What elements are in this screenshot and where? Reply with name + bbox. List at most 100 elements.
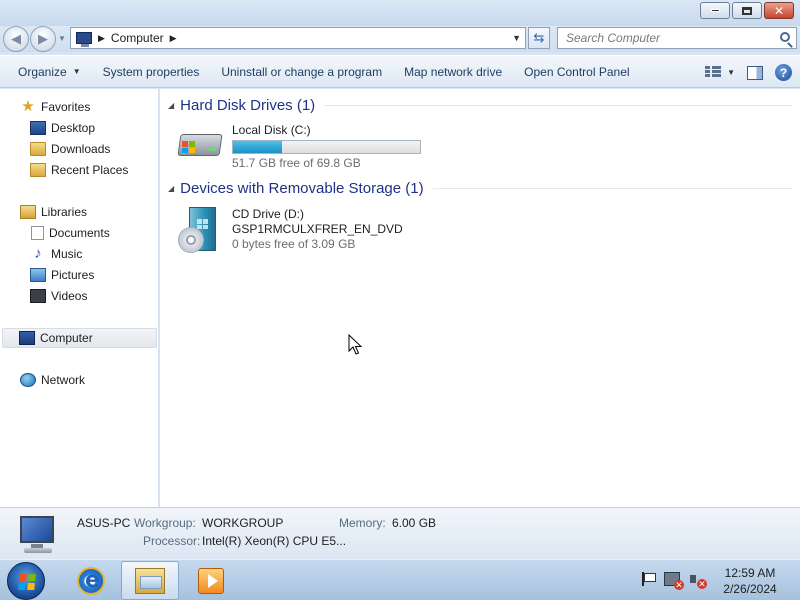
computer-icon xyxy=(76,32,92,47)
drive-info: Local Disk (C:) 51.7 GB free of 69.8 GB xyxy=(232,123,421,173)
title-bar: ✕ xyxy=(0,0,800,26)
search-icon[interactable] xyxy=(780,32,790,42)
command-bar-right: ▼ ? xyxy=(705,56,792,89)
sidebar-item-music[interactable]: ♪ Music xyxy=(30,244,82,264)
sidebar-item-computer[interactable]: Computer xyxy=(2,328,157,348)
refresh-icon: ⇆ xyxy=(533,30,545,45)
disk-usage-fill xyxy=(233,141,282,153)
group-title: Hard Disk Drives (1) xyxy=(180,97,316,114)
sidebar-item-label: Music xyxy=(51,247,83,261)
control-panel-label: Open Control Panel xyxy=(524,64,630,79)
view-options-chevron-icon[interactable]: ▼ xyxy=(727,68,735,77)
group-title: Devices with Removable Storage (1) xyxy=(180,180,424,197)
preview-pane-icon[interactable] xyxy=(747,65,763,80)
cd-drive-icon xyxy=(176,207,226,257)
collapse-triangle-icon[interactable]: ◢ xyxy=(168,101,174,110)
sidebar-item-label: Documents xyxy=(49,226,110,240)
memory-label: Memory: xyxy=(339,516,386,530)
recent-pages-dropdown[interactable]: ▼ xyxy=(58,34,66,43)
organize-label: Organize xyxy=(18,64,67,79)
command-bar: Organize ▼ System properties Uninstall or… xyxy=(0,55,800,88)
drive-cd-d[interactable]: CD Drive (D:) GSP1RMCULXFRER_EN_DVD 0 by… xyxy=(176,207,403,257)
sidebar-item-network[interactable]: Network xyxy=(20,370,85,390)
help-icon[interactable]: ? xyxy=(775,64,792,81)
window-controls: ✕ xyxy=(700,2,794,19)
organize-menu[interactable]: Organize ▼ xyxy=(0,55,92,88)
sidebar-item-label: Favorites xyxy=(41,100,91,114)
collapse-triangle-icon[interactable]: ◢ xyxy=(168,184,174,193)
music-note-icon: ♪ xyxy=(34,245,42,262)
group-header-hard-disk-drives[interactable]: ◢ Hard Disk Drives (1) xyxy=(168,97,792,114)
computer-name: ASUS-PC xyxy=(77,516,131,530)
minimize-button[interactable] xyxy=(700,2,730,19)
group-divider xyxy=(432,188,792,189)
taskbar-internet-explorer[interactable] xyxy=(62,561,120,600)
downloads-folder-icon xyxy=(30,142,46,156)
sidebar-item-recent-places[interactable]: Recent Places xyxy=(30,160,128,180)
sidebar-item-desktop[interactable]: Desktop xyxy=(30,118,95,138)
sidebar-item-label: Downloads xyxy=(51,142,111,156)
uninstall-label: Uninstall or change a program xyxy=(221,64,383,79)
breadcrumb-separator-icon[interactable]: ▶ xyxy=(170,33,177,44)
disk-usage-bar xyxy=(232,140,421,154)
system-properties-button[interactable]: System properties xyxy=(92,55,211,88)
notification-area xyxy=(641,572,707,590)
close-button[interactable]: ✕ xyxy=(764,2,794,19)
drive-local-disk-c[interactable]: Local Disk (C:) 51.7 GB free of 69.8 GB xyxy=(176,123,421,173)
volume-muted-icon[interactable] xyxy=(689,572,707,589)
map-network-drive-button[interactable]: Map network drive xyxy=(393,55,513,88)
restore-icon xyxy=(742,6,752,15)
taskbar-windows-explorer[interactable] xyxy=(121,561,179,600)
search-box xyxy=(557,27,797,49)
drive-free-space: 0 bytes free of 3.09 GB xyxy=(232,237,356,251)
network-disconnected-icon[interactable] xyxy=(664,572,684,590)
system-clock[interactable]: 12:59 AM 2/26/2024 xyxy=(715,565,785,597)
details-pane: ASUS-PC Workgroup: WORKGROUP Memory: 6.0… xyxy=(0,507,800,559)
pictures-icon xyxy=(30,268,46,282)
content-pane: ◢ Hard Disk Drives (1) Local Disk (C:) 5… xyxy=(160,89,800,507)
address-history-dropdown[interactable]: ▼ xyxy=(512,33,521,43)
back-button[interactable]: ◀ xyxy=(3,26,29,52)
workgroup-label: Workgroup: xyxy=(134,516,196,530)
forward-arrow-icon: ▶ xyxy=(38,31,48,46)
address-row: ◀ ▶ ▼ ▶ Computer ▶ ▼ ⇆ xyxy=(0,26,800,52)
uninstall-program-button[interactable]: Uninstall or change a program xyxy=(210,55,393,88)
forward-button[interactable]: ▶ xyxy=(30,26,56,52)
mouse-cursor-icon xyxy=(348,334,362,355)
desktop-icon xyxy=(30,121,46,135)
computer-icon xyxy=(19,331,35,345)
group-header-removable-storage[interactable]: ◢ Devices with Removable Storage (1) xyxy=(168,180,792,197)
open-control-panel-button[interactable]: Open Control Panel xyxy=(513,55,640,88)
sidebar-item-downloads[interactable]: Downloads xyxy=(30,139,110,159)
taskbar-media-player[interactable] xyxy=(182,561,240,600)
sidebar-item-videos[interactable]: Videos xyxy=(30,286,87,306)
sidebar-item-label: Pictures xyxy=(51,268,95,282)
videos-film-icon xyxy=(30,289,46,303)
clock-date: 2/26/2024 xyxy=(723,582,777,596)
sidebar-item-documents[interactable]: Documents xyxy=(31,223,110,243)
sidebar-item-favorites[interactable]: ★ Favorites xyxy=(20,97,90,117)
action-center-flag-icon[interactable] xyxy=(641,572,656,586)
sidebar-item-label: Libraries xyxy=(41,205,88,219)
drive-info: CD Drive (D:) GSP1RMCULXFRER_EN_DVD 0 by… xyxy=(232,207,403,257)
breadcrumb-separator-icon[interactable]: ▶ xyxy=(98,33,105,44)
processor-label: Processor: xyxy=(143,534,201,548)
sidebar-item-label: Computer xyxy=(40,331,93,345)
start-button[interactable] xyxy=(7,562,45,600)
sidebar-item-libraries[interactable]: Libraries xyxy=(20,202,87,222)
sidebar-item-label: Recent Places xyxy=(51,163,129,177)
documents-icon xyxy=(31,226,44,240)
system-properties-label: System properties xyxy=(102,64,200,79)
windows-logo-icon xyxy=(18,574,36,590)
breadcrumb-computer[interactable]: Computer xyxy=(111,31,164,45)
drive-volume-label: GSP1RMCULXFRER_EN_DVD xyxy=(232,222,403,236)
map-drive-label: Map network drive xyxy=(404,64,503,79)
maximize-button[interactable] xyxy=(732,2,762,19)
change-view-icon[interactable] xyxy=(705,65,722,80)
minimize-icon xyxy=(710,9,720,12)
sidebar-item-pictures[interactable]: Pictures xyxy=(30,265,94,285)
refresh-button[interactable]: ⇆ xyxy=(528,27,550,49)
search-input[interactable] xyxy=(566,31,776,45)
address-bar[interactable]: ▶ Computer ▶ ▼ xyxy=(70,27,526,49)
processor-value: Intel(R) Xeon(R) CPU E5... xyxy=(202,534,347,548)
